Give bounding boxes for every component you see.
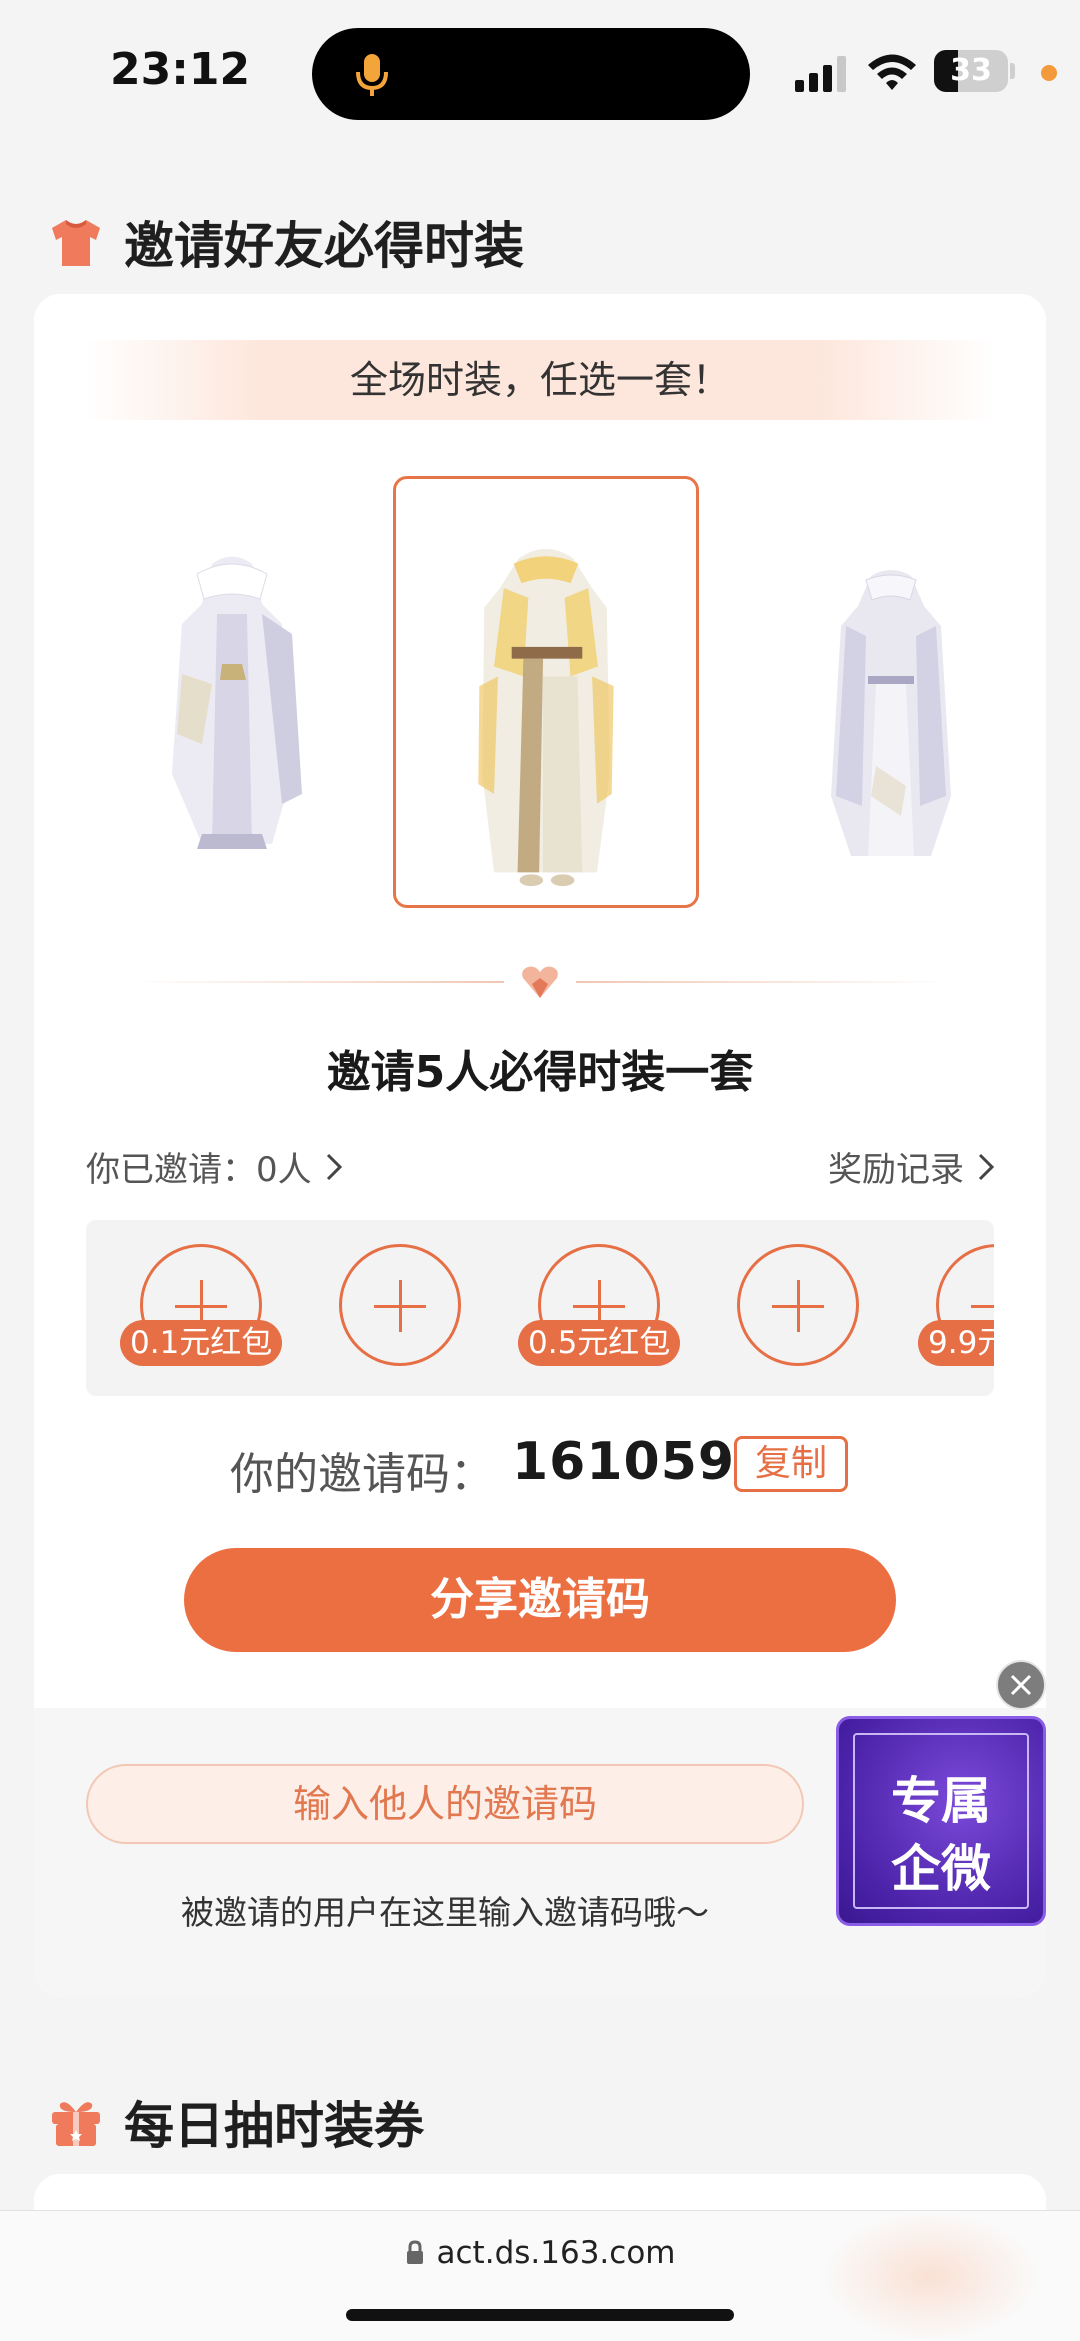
invite-slot-2[interactable] <box>339 1244 461 1366</box>
wifi-icon <box>868 54 916 90</box>
wecom-badge-line1: 专属 <box>891 1771 991 1830</box>
close-float-button[interactable] <box>996 1660 1046 1710</box>
invited-count[interactable]: 你已邀请：0人 <box>86 1142 344 1191</box>
slot-reward-1: 0.1元红包 <box>120 1320 283 1366</box>
privacy-dot-indicator <box>1041 65 1057 81</box>
heart-ornament-icon <box>522 966 558 998</box>
invite-slot-4[interactable] <box>737 1244 859 1366</box>
invite-code-label: 你的邀请码： <box>230 1449 494 1500</box>
home-indicator[interactable] <box>346 2309 734 2321</box>
invite-code-row: 你的邀请码： 1610591 复制 <box>34 1428 1046 1500</box>
invited-count-label: 你已邀请：0人 <box>86 1150 312 1190</box>
outfit-left[interactable] <box>142 544 322 864</box>
section-title-text: 邀请好友必得时装 <box>124 217 524 275</box>
plus-icon <box>971 1305 994 1308</box>
banner-any-outfit: 全场时装，任选一套！ <box>84 340 996 420</box>
browser-address-bar[interactable]: act.ds.163.com <box>0 2210 1080 2341</box>
shirt-icon <box>52 220 100 266</box>
section-title-text: 每日抽时装券 <box>124 2097 424 2155</box>
outfit-left-image <box>172 556 302 849</box>
close-icon <box>1010 1674 1032 1696</box>
outfit-right[interactable] <box>806 556 976 866</box>
share-code-button[interactable]: 分享邀请码 <box>184 1548 896 1652</box>
reward-history-link[interactable]: 奖励记录 <box>828 1142 996 1191</box>
outfit-right-image <box>831 570 951 856</box>
lock-icon <box>406 2240 423 2264</box>
status-bar: 23:12 33 <box>0 0 1080 150</box>
section-title-invite: 邀请好友必得时装 <box>48 206 524 278</box>
status-time: 23:12 <box>110 44 251 95</box>
battery-level: 33 <box>950 53 992 88</box>
invite-slots: 0.1元红包 0.5元红包 9.9元 <box>86 1220 994 1396</box>
wecom-badge-line2: 企微 <box>891 1839 991 1898</box>
section-title-daily: 每日抽时装券 <box>48 2086 424 2158</box>
outfit-center-image <box>478 548 614 887</box>
slot-reward-3: 0.5元红包 <box>518 1320 681 1366</box>
microphone-icon <box>356 54 388 96</box>
reward-history-label: 奖励记录 <box>828 1150 964 1190</box>
cellular-signal-icon <box>795 56 846 92</box>
enter-others-code-button[interactable]: 输入他人的邀请码 <box>86 1764 804 1844</box>
battery-icon: 33 <box>934 50 1015 92</box>
outfit-center[interactable] <box>393 476 699 908</box>
ornament-divider <box>134 962 946 1002</box>
copy-button[interactable]: 复制 <box>734 1436 848 1492</box>
enter-code-hint: 被邀请的用户在这里输入邀请码哦～ <box>181 1893 709 1932</box>
chevron-right-icon <box>326 1153 342 1180</box>
chevron-right-icon <box>978 1153 995 1180</box>
gift-icon <box>52 2102 100 2146</box>
url-text: act.ds.163.com <box>436 2235 676 2271</box>
wecom-float-badge[interactable]: 专属 企微 <box>836 1716 1046 1926</box>
slot-reward-5: 9.9元 <box>918 1320 994 1366</box>
dynamic-island <box>312 28 750 120</box>
invite-headline: 邀请5人必得时装一套 <box>326 1047 754 1098</box>
